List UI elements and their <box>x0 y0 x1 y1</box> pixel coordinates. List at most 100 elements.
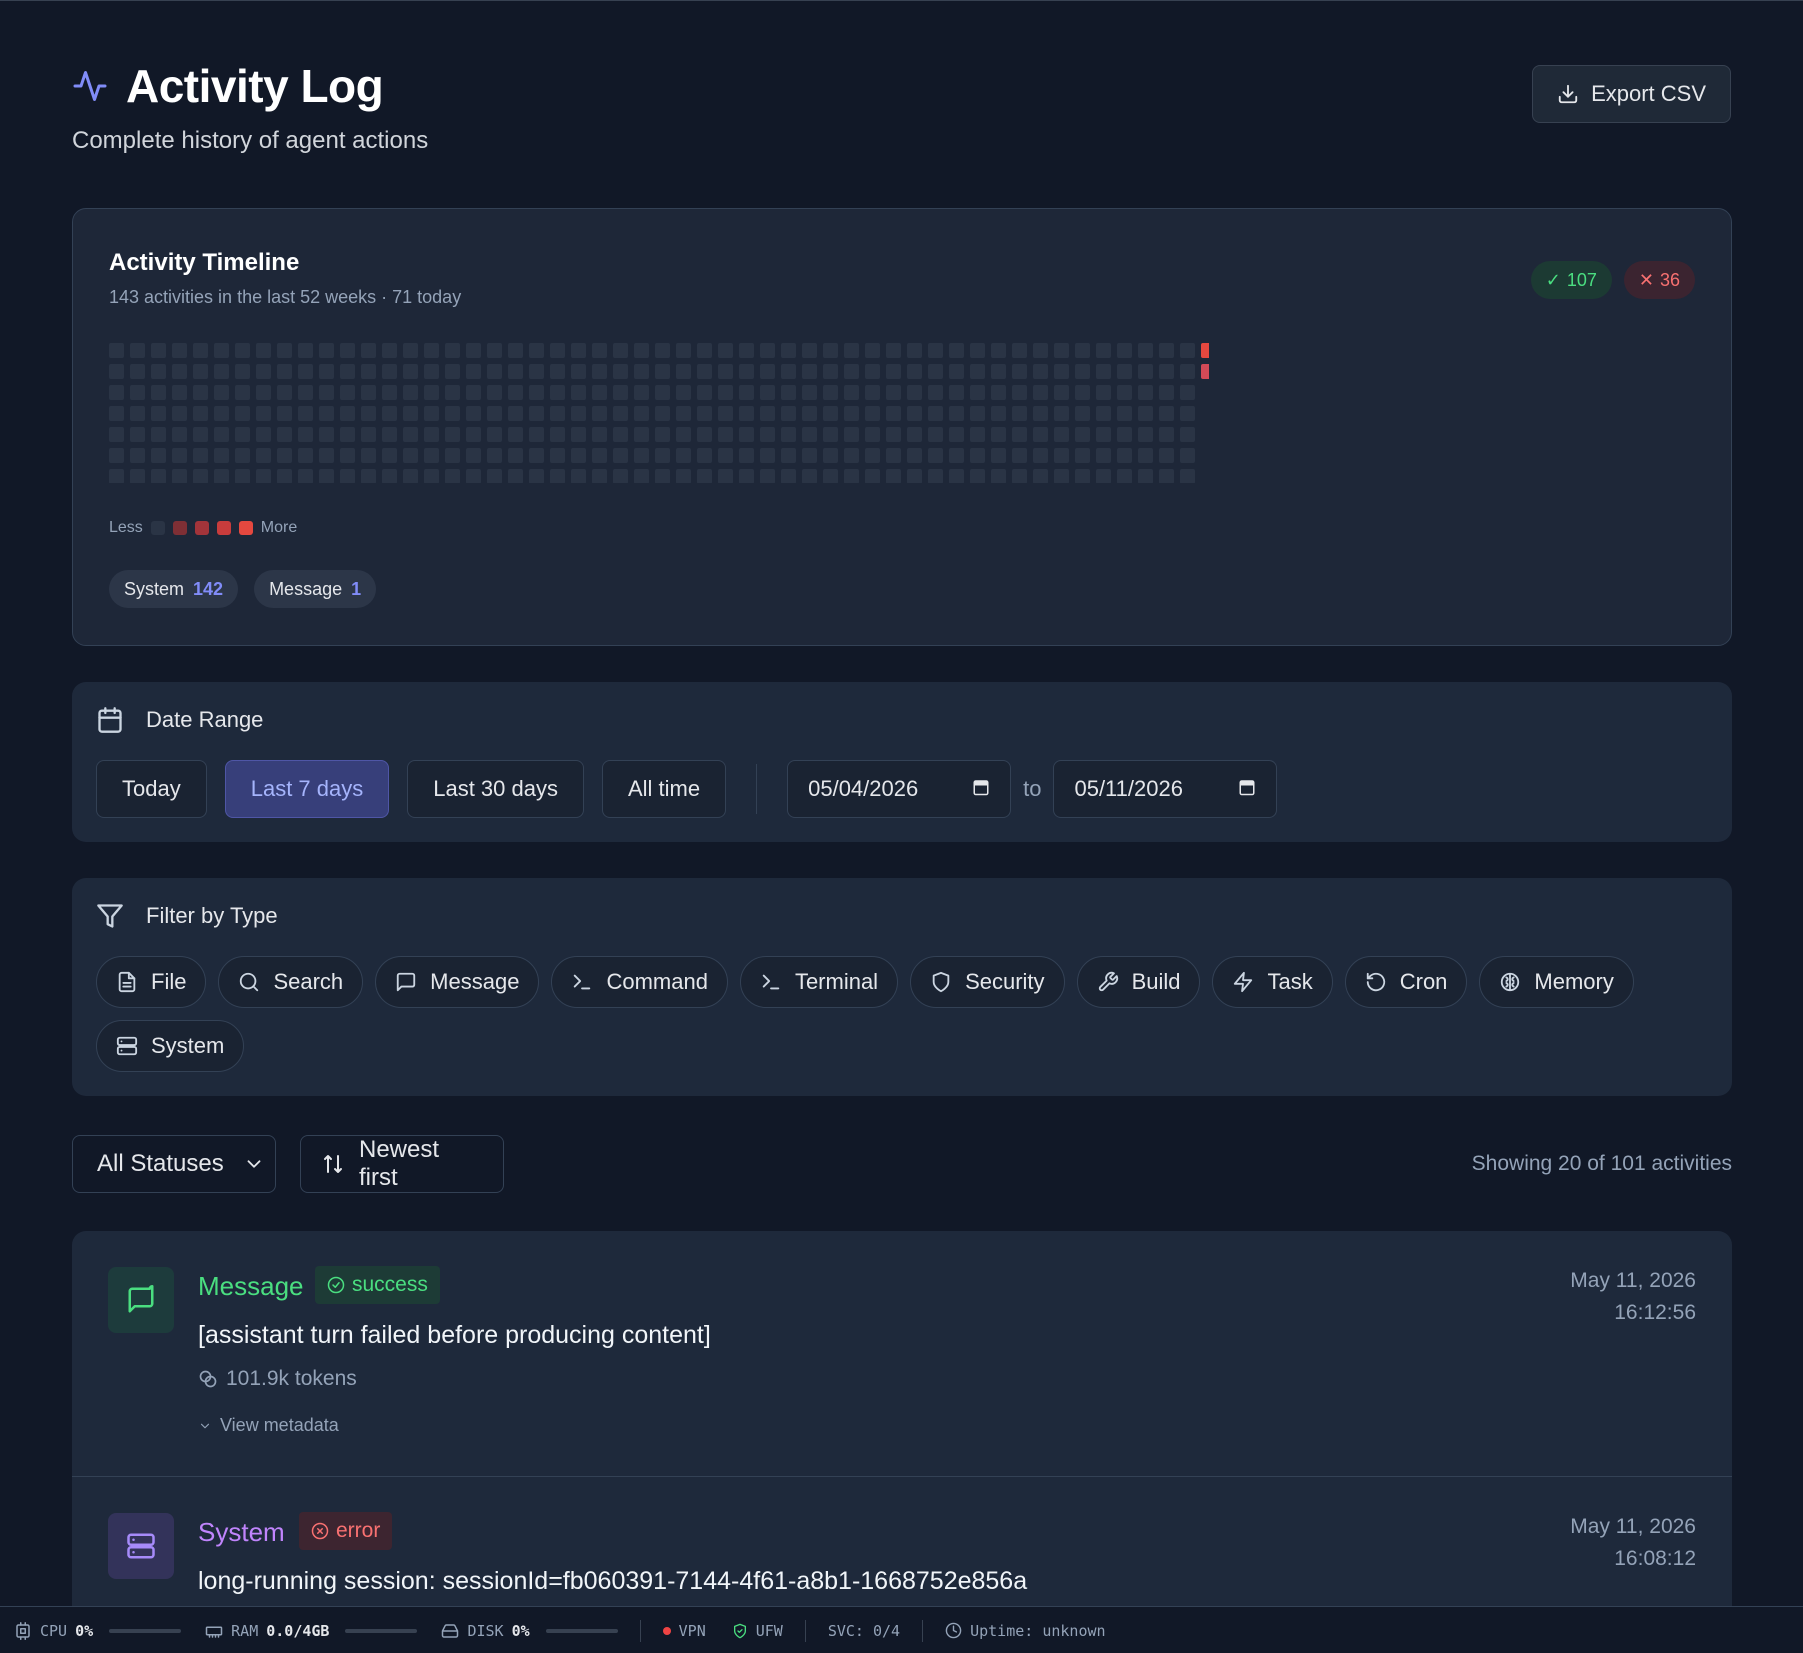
export-csv-button[interactable]: Export CSV <box>1532 65 1731 123</box>
heatmap-cell <box>340 343 355 358</box>
heatmap-cell <box>613 385 628 400</box>
heatmap-cell <box>844 385 859 400</box>
filter-chip-build[interactable]: Build <box>1076 956 1201 1008</box>
heatmap-cell <box>907 343 922 358</box>
filter-chip-memory[interactable]: Memory <box>1479 956 1634 1008</box>
shield-check-icon <box>732 1623 748 1639</box>
heatmap-cell <box>1180 385 1195 400</box>
heatmap-cell <box>193 343 208 358</box>
activity-item[interactable]: Message success [assistant turn failed b… <box>72 1231 1732 1477</box>
page-header: Activity Log Complete history of agent a… <box>72 59 1731 169</box>
cpu-usage-bar <box>109 1628 182 1633</box>
heatmap-cell <box>550 406 565 421</box>
calendar-picker-icon[interactable] <box>1238 776 1256 802</box>
heatmap-cell <box>319 469 334 483</box>
heatmap-cell <box>550 364 565 379</box>
status-badge: error <box>299 1512 393 1550</box>
ufw-label: UFW <box>755 1621 783 1640</box>
heatmap-cell <box>655 343 670 358</box>
heatmap-cell <box>529 364 544 379</box>
sort-button[interactable]: Newest first <box>300 1135 504 1193</box>
filter-chip-search[interactable]: Search <box>218 956 364 1008</box>
heatmap-cell <box>550 448 565 463</box>
heatmap-cell <box>676 406 691 421</box>
filter-chip-command[interactable]: Command <box>551 956 728 1008</box>
date-range-card: Date Range Today Last 7 days Last 30 day… <box>72 682 1732 842</box>
heatmap-cell <box>424 427 439 442</box>
type-count-chip-system: System 142 <box>109 570 239 608</box>
range-today-button[interactable]: Today <box>96 760 207 818</box>
heatmap-cell <box>361 406 376 421</box>
token-count-text: 101.9k tokens <box>226 1367 357 1390</box>
heatmap-cell <box>760 469 775 483</box>
heatmap-cell <box>676 427 691 442</box>
heatmap-cell <box>151 427 166 442</box>
activity-timestamp: May 11, 2026 16:08:12 <box>1570 1511 1696 1575</box>
heatmap-cell <box>172 385 187 400</box>
disk-status: DISK 0% <box>441 1622 618 1640</box>
heatmap-cell <box>655 364 670 379</box>
heatmap-cell <box>151 364 166 379</box>
date-to-input[interactable]: 05/11/2026 <box>1053 760 1278 818</box>
heatmap-cell <box>1180 469 1195 483</box>
heatmap-cell <box>886 385 901 400</box>
activity-time: 16:08:12 <box>1614 1547 1696 1570</box>
heatmap-cell <box>256 343 271 358</box>
sort-arrows-icon <box>321 1152 345 1176</box>
filter-chip-message[interactable]: Message <box>375 956 540 1008</box>
filter-chip-file[interactable]: File <box>96 956 207 1008</box>
heatmap-cell <box>970 343 985 358</box>
filter-chip-terminal[interactable]: Terminal <box>739 956 899 1008</box>
heatmap-cell <box>823 469 838 483</box>
heatmap-cell <box>865 469 880 483</box>
heatmap-cell <box>1054 448 1069 463</box>
heatmap-cell <box>634 406 649 421</box>
heatmap-cell <box>1159 406 1174 421</box>
type-count-value: 1 <box>351 578 362 599</box>
heatmap-cell <box>193 427 208 442</box>
view-metadata-toggle[interactable]: View metadata <box>198 1415 339 1436</box>
heatmap-cell <box>613 343 628 358</box>
activity-type: System <box>198 1517 285 1547</box>
heatmap-cell <box>1159 448 1174 463</box>
filter-chip-cron[interactable]: Cron <box>1344 956 1468 1008</box>
heatmap-cell <box>739 448 754 463</box>
vpn-status: VPN <box>662 1622 706 1640</box>
heatmap-cell <box>235 427 250 442</box>
calendar-picker-icon[interactable] <box>972 776 990 802</box>
heatmap-cell <box>571 364 586 379</box>
heatmap-cell <box>1075 385 1090 400</box>
ram-status: RAM 0.0/4GB <box>205 1622 418 1640</box>
heatmap-cell <box>382 385 397 400</box>
heatmap-cell <box>718 469 733 483</box>
page-subtitle: Complete history of agent actions <box>72 127 429 154</box>
status-select[interactable]: All Statuses <box>72 1135 276 1193</box>
heatmap-cell <box>214 448 229 463</box>
range-last-30-days-button[interactable]: Last 30 days <box>407 760 584 818</box>
status-select-value: All Statuses <box>97 1150 224 1177</box>
filter-chip-label: Build <box>1131 969 1181 994</box>
heatmap-cell <box>991 385 1006 400</box>
range-last-7-days-button[interactable]: Last 7 days <box>224 760 390 818</box>
legend-more-label: More <box>260 519 298 536</box>
filter-chip-label: Message <box>430 969 520 994</box>
heatmap-cell <box>739 343 754 358</box>
message-icon <box>395 971 417 993</box>
heatmap-cell <box>613 469 628 483</box>
heatmap-cell <box>319 364 334 379</box>
filter-icon <box>96 902 124 930</box>
heatmap-cell <box>172 469 187 483</box>
filter-chip-system[interactable]: System <box>96 1020 245 1072</box>
activity-item[interactable]: System error long-running session: sessi… <box>72 1477 1732 1611</box>
heatmap-cell <box>571 385 586 400</box>
filter-chip-security[interactable]: Security <box>910 956 1065 1008</box>
heatmap-cell <box>319 343 334 358</box>
date-from-input[interactable]: 05/04/2026 <box>787 760 1012 818</box>
heatmap-cell <box>466 406 481 421</box>
range-all-time-button[interactable]: All time <box>601 760 727 818</box>
heatmap-cell <box>928 343 943 358</box>
heatmap-cell <box>172 343 187 358</box>
heatmap-cell <box>550 385 565 400</box>
filter-chip-task[interactable]: Task <box>1212 956 1333 1008</box>
heatmap-cell <box>298 385 313 400</box>
